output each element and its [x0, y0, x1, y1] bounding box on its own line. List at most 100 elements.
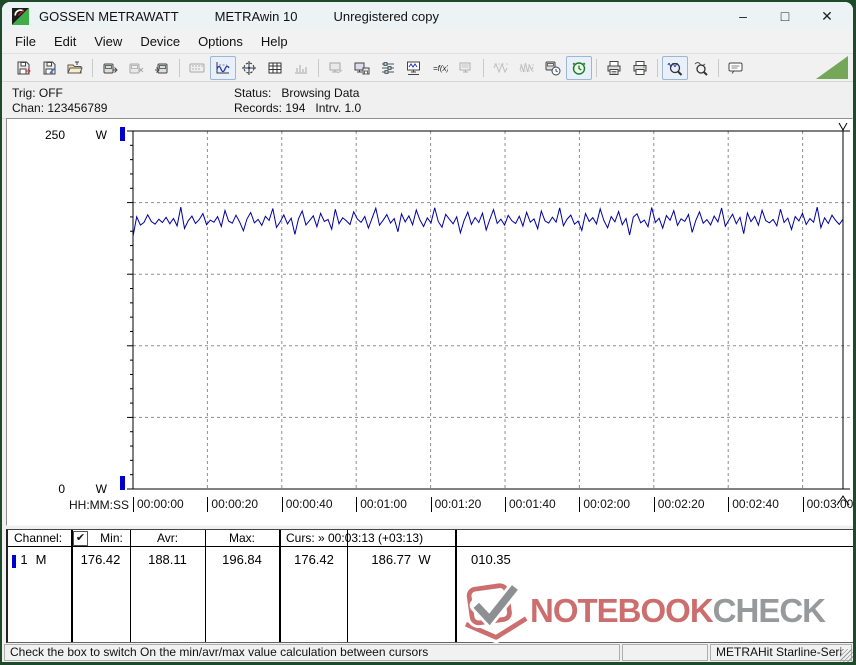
status-bar: Check the box to switch On the min/avr/m… — [2, 643, 853, 662]
minmax-checkbox[interactable]: ✔ — [73, 531, 88, 546]
avr-value: 188.11 — [148, 552, 187, 567]
table-view-button[interactable] — [262, 56, 288, 80]
print-button[interactable] — [627, 56, 653, 80]
close-icon[interactable]: ✕ — [819, 8, 835, 25]
desktop-background: GOSSEN METRAWATT METRAwin 10 Unregistere… — [0, 0, 856, 665]
hints-icon — [728, 62, 743, 74]
device-offline-button — [123, 56, 149, 80]
toolbar: =f(x) — [2, 53, 853, 82]
toolbar-separator — [179, 58, 180, 77]
cursor-bottom-handle[interactable] — [835, 493, 851, 507]
toolbar-separator — [92, 58, 93, 77]
table-header-line — [8, 546, 853, 547]
chart-panel[interactable]: 250 W 0 W HH:MM:SS 00:00:00 00:00:20 00:00:40 0… — [6, 118, 853, 526]
table-view-icon — [268, 62, 282, 73]
time-tick-label: 00:02:40 — [728, 497, 779, 512]
toolbar-separator — [718, 58, 719, 77]
read-from-device-button[interactable] — [97, 56, 123, 80]
device-offline-icon — [129, 63, 144, 73]
print-preview-button[interactable] — [601, 56, 627, 80]
menu-device[interactable]: Device — [131, 32, 189, 51]
menu-help[interactable]: Help — [252, 32, 297, 51]
channel-setup-button[interactable] — [375, 56, 401, 80]
read-from-device-icon — [103, 63, 118, 73]
svg-text:W: W — [96, 482, 108, 496]
minimize-icon[interactable]: – — [735, 8, 751, 25]
save-selection-button[interactable] — [36, 56, 62, 80]
zoom-free-button[interactable] — [688, 56, 714, 80]
menu-options[interactable]: Options — [189, 32, 252, 51]
app-title: GOSSEN METRAWATT — [39, 8, 179, 24]
green-corner-triangle — [816, 56, 848, 79]
save-selection-icon — [43, 61, 56, 74]
device-memory-icon — [459, 62, 471, 72]
time-axis-unit-label: HH:MM:SS — [69, 498, 129, 512]
device-memory-button — [453, 56, 479, 80]
scope-view-icon — [242, 60, 256, 75]
watermark-text-primary: NOTEBOOK — [530, 592, 714, 629]
send-to-device-button[interactable] — [149, 56, 175, 80]
cursor1-value: 176.42 — [294, 552, 334, 567]
channel-header: Channel: — [14, 531, 63, 545]
delta-value: 010.35 — [471, 552, 511, 567]
avr-header: Avr: — [156, 531, 179, 545]
trigger-window-icon — [519, 62, 534, 72]
timer-settings-button[interactable] — [540, 56, 566, 80]
scope-view-button[interactable] — [236, 56, 262, 80]
channel-list: Chan: 123456789 — [12, 101, 108, 115]
trigger-status: Trig: OFF — [12, 86, 63, 100]
cursor-header: Curs: » 00:03:13 (+03:13) — [286, 531, 424, 545]
status-message: Check the box to switch On the min/avr/m… — [4, 644, 620, 661]
store-to-disk-icon — [354, 62, 370, 74]
menu-file[interactable]: File — [6, 32, 45, 51]
window-controls: – □ ✕ — [735, 8, 843, 25]
hints-button[interactable] — [723, 56, 749, 80]
time-tick-label: 00:01:40 — [505, 497, 556, 512]
channel-setup-icon — [382, 61, 394, 74]
records-info: Records: 194 Intrv. 1.0 — [234, 101, 362, 115]
menu-view[interactable]: View — [85, 32, 131, 51]
menu-bar: File Edit View Device Options Help — [2, 30, 853, 53]
zoom-free-icon — [694, 61, 708, 76]
formula-button[interactable]: =f(x) — [427, 56, 453, 80]
toolbar-separator — [318, 58, 319, 77]
resize-grip[interactable] — [840, 649, 853, 662]
time-axis-labels: HH:MM:SS 00:00:00 00:00:20 00:00:40 00:01:00… — [7, 495, 853, 514]
trigger-level-button — [488, 56, 514, 80]
info-panel: Trig: OFF Chan: 123456789 Status: Browsi… — [2, 82, 853, 119]
store-to-disk-button[interactable] — [349, 56, 375, 80]
metrawin-window: GOSSEN METRAWATT METRAwin 10 Unregistere… — [2, 2, 853, 662]
svg-text:250: 250 — [45, 128, 65, 142]
print-preview-icon — [607, 60, 621, 75]
save-data-button[interactable] — [10, 56, 36, 80]
maximize-icon[interactable]: □ — [777, 8, 793, 25]
open-file-button[interactable] — [62, 56, 88, 80]
formula-icon: =f(x) — [433, 64, 448, 73]
online-monitor-button[interactable] — [401, 56, 427, 80]
zoom-time-button[interactable] — [662, 55, 688, 80]
svg-text:W: W — [96, 128, 108, 142]
save-data-icon — [17, 61, 31, 74]
transfer-monitor-button — [323, 56, 349, 80]
send-to-device-icon — [155, 63, 168, 73]
power-trend-chart[interactable]: 250 W 0 W — [7, 119, 850, 497]
notebookcheck-watermark: NOTEBOOKCHECK — [464, 579, 826, 643]
cursor2-value: 186.77 W — [371, 552, 431, 567]
time-tick-label: 00:00:20 — [207, 497, 258, 512]
time-tick-label: 00:01:20 — [430, 497, 481, 512]
time-tick-label: 00:02:20 — [653, 497, 705, 512]
online-monitor-icon — [407, 61, 420, 75]
chart-view-button[interactable] — [210, 55, 236, 80]
menu-edit[interactable]: Edit — [45, 32, 85, 51]
transfer-monitor-icon — [329, 62, 343, 73]
timer-active-button[interactable] — [566, 55, 592, 80]
channel-number: 1 — [20, 552, 28, 567]
time-tick-label: 00:00:00 — [133, 497, 184, 512]
time-tick-label: 00:01:00 — [356, 497, 407, 512]
min-value: 176.42 — [80, 552, 121, 567]
toolbar-separator — [483, 58, 484, 77]
watermark-text-secondary: CHECK — [712, 592, 826, 629]
print-icon — [633, 60, 647, 75]
channel-color-marker — [12, 555, 16, 568]
title-bar[interactable]: GOSSEN METRAWATT METRAwin 10 Unregistere… — [2, 2, 853, 30]
